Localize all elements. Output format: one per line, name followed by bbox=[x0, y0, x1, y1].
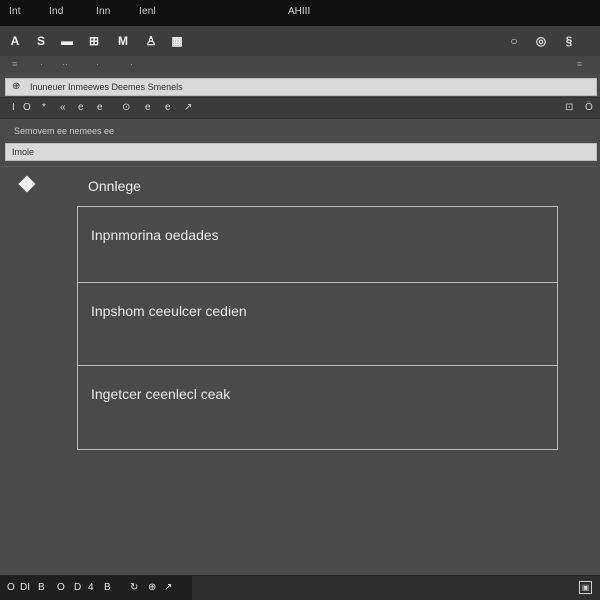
option-row-3[interactable]: Ingetcer ceenlecl ceak bbox=[78, 366, 557, 449]
target-icon[interactable]: ◎ bbox=[532, 32, 550, 50]
bottom-tool-3[interactable]: B bbox=[38, 582, 45, 593]
section-title: Onnlege bbox=[88, 178, 141, 194]
refresh-icon[interactable]: ↻ bbox=[130, 582, 138, 593]
star-icon[interactable]: * bbox=[42, 102, 46, 113]
sub-tool-2[interactable]: · bbox=[40, 59, 43, 69]
diamond-icon bbox=[18, 175, 36, 193]
rectangle-icon[interactable]: ▬ bbox=[58, 32, 76, 50]
divider bbox=[0, 166, 600, 167]
name-field-wrapper bbox=[5, 143, 597, 161]
globe-icon: ⊕ bbox=[12, 81, 21, 92]
record-icon[interactable]: ⊙ bbox=[122, 102, 130, 113]
cursor-icon[interactable]: I bbox=[12, 102, 15, 113]
back-icon[interactable]: « bbox=[60, 102, 66, 113]
tool-e-icon-2[interactable]: e bbox=[97, 102, 103, 113]
status-bar-tools: O DI B O D 4 B ↻ ⊕ ↗ bbox=[0, 576, 192, 600]
add-icon[interactable]: ⊕ bbox=[148, 582, 156, 593]
sub-tool-5[interactable]: · bbox=[130, 59, 133, 69]
circle-tool-icon[interactable]: O bbox=[23, 102, 31, 113]
menu-item-4[interactable]: Ienl bbox=[139, 6, 156, 17]
bottom-tool-1[interactable]: O bbox=[7, 582, 15, 593]
options-panel: Inpnmorina oedades Inpshom ceeulcer cedi… bbox=[77, 206, 558, 450]
bottom-tool-7[interactable]: B bbox=[104, 582, 111, 593]
field-label: Semovem ee nemees ee bbox=[14, 126, 115, 136]
menu-bar: Int Ind Inn Ienl AHIII bbox=[0, 0, 600, 26]
toolbar: A S ▬ ⊞ M ♙ ▦ ○ ◎ § bbox=[0, 26, 600, 57]
address-text: Inuneuer Inmeewes Deemes Smenels bbox=[30, 82, 183, 92]
grid-icon[interactable]: ⊞ bbox=[85, 32, 103, 50]
option-label-3: Ingetcer ceenlecl ceak bbox=[91, 386, 231, 402]
circle-icon[interactable]: ○ bbox=[505, 32, 523, 50]
bottom-tool-5[interactable]: D bbox=[74, 582, 81, 593]
status-bar: O DI B O D 4 B ↻ ⊕ ↗ ▣ bbox=[0, 575, 600, 600]
option-label-2: Inpshom ceeulcer cedien bbox=[91, 303, 247, 319]
sub-tool-1[interactable]: ≡ bbox=[12, 59, 17, 69]
options-icon[interactable]: Ö bbox=[585, 102, 593, 113]
sub-toolbar: ≡ · ·· · · ≡ bbox=[0, 56, 600, 74]
tool-e-icon-4[interactable]: e bbox=[165, 102, 171, 113]
tool-e-icon-1[interactable]: e bbox=[78, 102, 84, 113]
sub-tool-right[interactable]: ≡ bbox=[577, 59, 582, 69]
icon-strip: I O * « e e ⊙ e e ↗ ⊡ Ö bbox=[0, 97, 600, 119]
bottom-tool-4[interactable]: O bbox=[57, 582, 65, 593]
export-icon[interactable]: ↗ bbox=[184, 102, 192, 113]
select-icon[interactable]: S bbox=[32, 32, 50, 50]
option-row-2[interactable]: Inpshom ceeulcer cedien bbox=[78, 283, 557, 366]
text-icon[interactable]: A bbox=[6, 32, 24, 50]
address-bar[interactable]: ⊕ Inuneuer Inmeewes Deemes Smenels bbox=[5, 78, 597, 96]
option-label-1: Inpnmorina oedades bbox=[91, 227, 219, 243]
panel-toggle-icon[interactable]: ▣ bbox=[579, 581, 592, 594]
name-field[interactable] bbox=[6, 144, 596, 160]
measure-icon[interactable]: M bbox=[114, 32, 132, 50]
option-row-1[interactable]: Inpnmorina oedades bbox=[78, 207, 557, 283]
window-icon[interactable]: ⊡ bbox=[565, 102, 573, 113]
sub-tool-3[interactable]: ·· bbox=[62, 59, 68, 69]
menu-item-1[interactable]: Int bbox=[9, 6, 21, 17]
share-icon[interactable]: ↗ bbox=[164, 582, 172, 593]
menu-item-2[interactable]: Ind bbox=[49, 6, 64, 17]
object-icon[interactable]: ♙ bbox=[142, 32, 160, 50]
tool-e-icon-3[interactable]: e bbox=[145, 102, 151, 113]
menu-item-3[interactable]: Inn bbox=[96, 6, 111, 17]
app-title: AHIII bbox=[288, 6, 311, 17]
bottom-tool-6[interactable]: 4 bbox=[88, 582, 94, 593]
bottom-tool-2[interactable]: DI bbox=[20, 582, 30, 593]
settings-icon[interactable]: § bbox=[560, 32, 578, 50]
table-icon[interactable]: ▦ bbox=[168, 32, 186, 50]
app-window: Int Ind Inn Ienl AHIII A S ▬ ⊞ M ♙ ▦ ○ ◎… bbox=[0, 0, 600, 600]
sub-tool-4[interactable]: · bbox=[96, 59, 99, 69]
